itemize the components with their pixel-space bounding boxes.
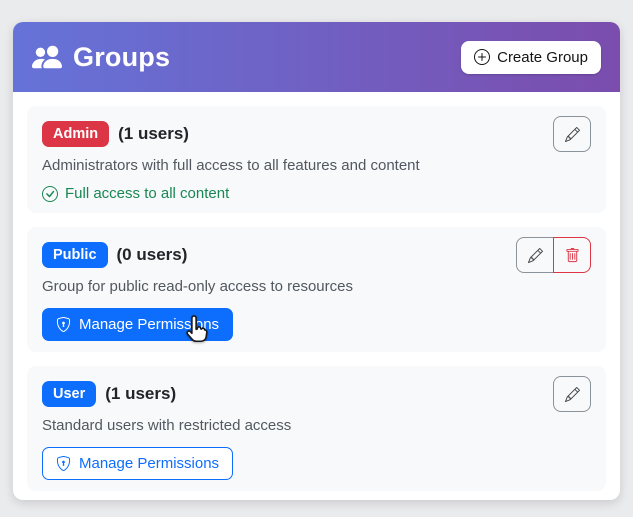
access-note: Full access to all content bbox=[42, 185, 591, 202]
delete-group-button[interactable] bbox=[553, 237, 591, 273]
trash-icon bbox=[565, 248, 580, 263]
group-user-count: (1 users) bbox=[105, 384, 176, 404]
group-description: Group for public read-only access to res… bbox=[42, 277, 591, 296]
edit-group-button[interactable] bbox=[516, 237, 554, 273]
page-title: Groups bbox=[73, 42, 170, 73]
group-card-header: Public (0 users) bbox=[42, 237, 591, 273]
manage-permissions-label: Manage Permissions bbox=[79, 455, 219, 472]
group-user-count: (0 users) bbox=[117, 245, 188, 265]
create-group-button[interactable]: Create Group bbox=[461, 41, 601, 74]
group-card-header: Admin (1 users) bbox=[42, 116, 591, 152]
edit-group-button[interactable] bbox=[553, 116, 591, 152]
group-card-header: User (1 users) bbox=[42, 376, 591, 412]
access-note-label: Full access to all content bbox=[65, 185, 229, 202]
manage-permissions-label: Manage Permissions bbox=[79, 316, 219, 333]
shield-lock-icon bbox=[56, 317, 71, 332]
pencil-icon bbox=[565, 387, 580, 402]
edit-group-button[interactable] bbox=[553, 376, 591, 412]
shield-lock-icon bbox=[56, 456, 71, 471]
group-name-area: Admin (1 users) bbox=[42, 121, 189, 147]
group-badge: Admin bbox=[42, 121, 109, 147]
check-circle-icon bbox=[42, 186, 58, 202]
group-actions bbox=[516, 237, 591, 273]
groups-panel-header: Groups Create Group bbox=[13, 22, 620, 92]
groups-panel: Groups Create Group Admin (1 users) bbox=[13, 22, 620, 500]
group-name-area: Public (0 users) bbox=[42, 242, 187, 268]
group-user-count: (1 users) bbox=[118, 124, 189, 144]
group-card-user: User (1 users) Standard users with restr… bbox=[27, 366, 606, 491]
manage-permissions-button[interactable]: Manage Permissions bbox=[42, 447, 233, 480]
group-card-admin: Admin (1 users) Administrators with full… bbox=[27, 106, 606, 213]
group-badge: Public bbox=[42, 242, 108, 268]
pencil-icon bbox=[565, 127, 580, 142]
create-group-label: Create Group bbox=[497, 49, 588, 66]
plus-circle-icon bbox=[474, 49, 490, 65]
group-description: Standard users with restricted access bbox=[42, 416, 591, 435]
people-icon bbox=[32, 42, 62, 72]
group-card-public: Public (0 users) Group f bbox=[27, 227, 606, 352]
panel-title-area: Groups bbox=[32, 42, 170, 73]
manage-permissions-button[interactable]: Manage Permissions bbox=[42, 308, 233, 341]
group-badge: User bbox=[42, 381, 96, 407]
group-description: Administrators with full access to all f… bbox=[42, 156, 591, 175]
groups-list: Admin (1 users) Administrators with full… bbox=[13, 92, 620, 517]
pencil-icon bbox=[528, 248, 543, 263]
group-name-area: User (1 users) bbox=[42, 381, 176, 407]
